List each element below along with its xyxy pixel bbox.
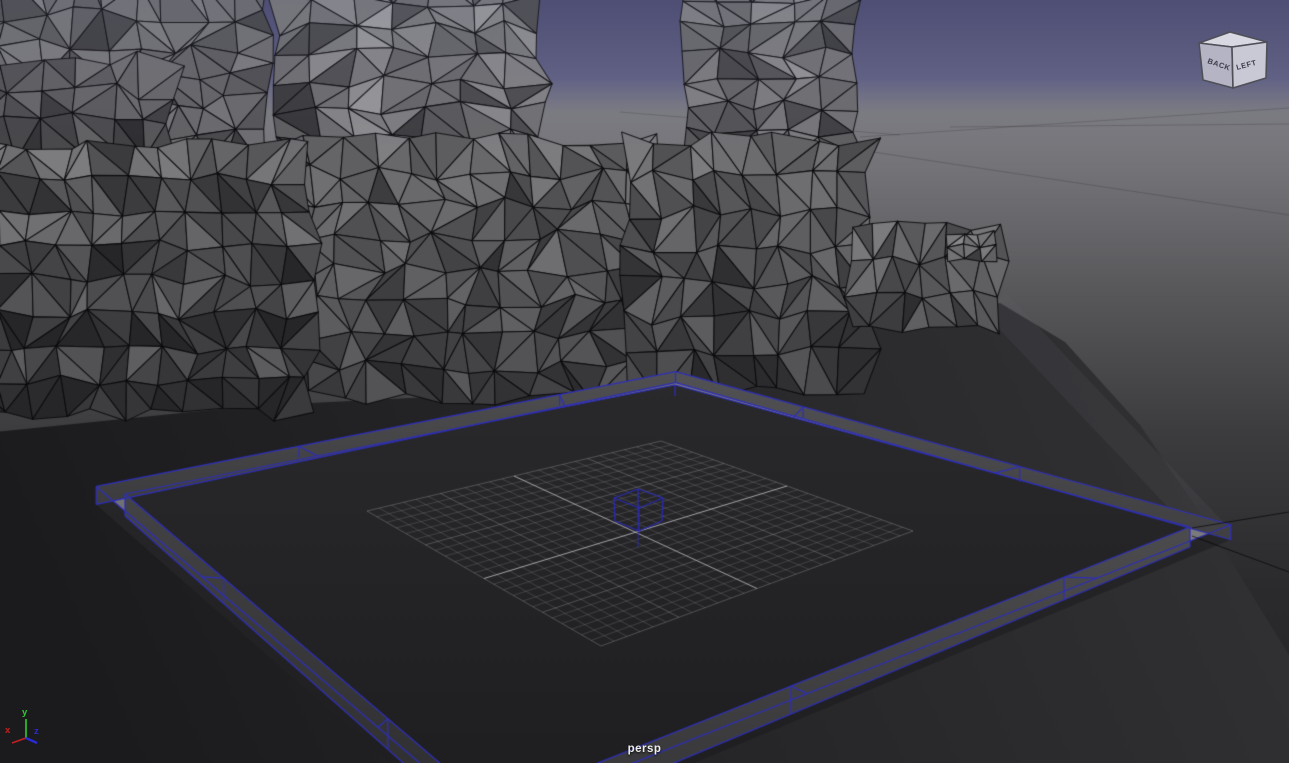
camera-name-label: persp — [628, 743, 662, 755]
scene-canvas[interactable] — [0, 0, 1289, 763]
axis-gizmo: x y z — [0, 700, 60, 760]
x-axis-line — [12, 738, 26, 743]
viewport-3d[interactable]: BACK LEFT x y z persp — [0, 0, 1289, 763]
z-axis-label: z — [34, 726, 39, 737]
view-cube[interactable]: BACK LEFT — [1196, 26, 1274, 96]
y-axis-label: y — [22, 707, 28, 718]
x-axis-label: x — [5, 725, 11, 736]
z-axis-line — [26, 738, 37, 743]
